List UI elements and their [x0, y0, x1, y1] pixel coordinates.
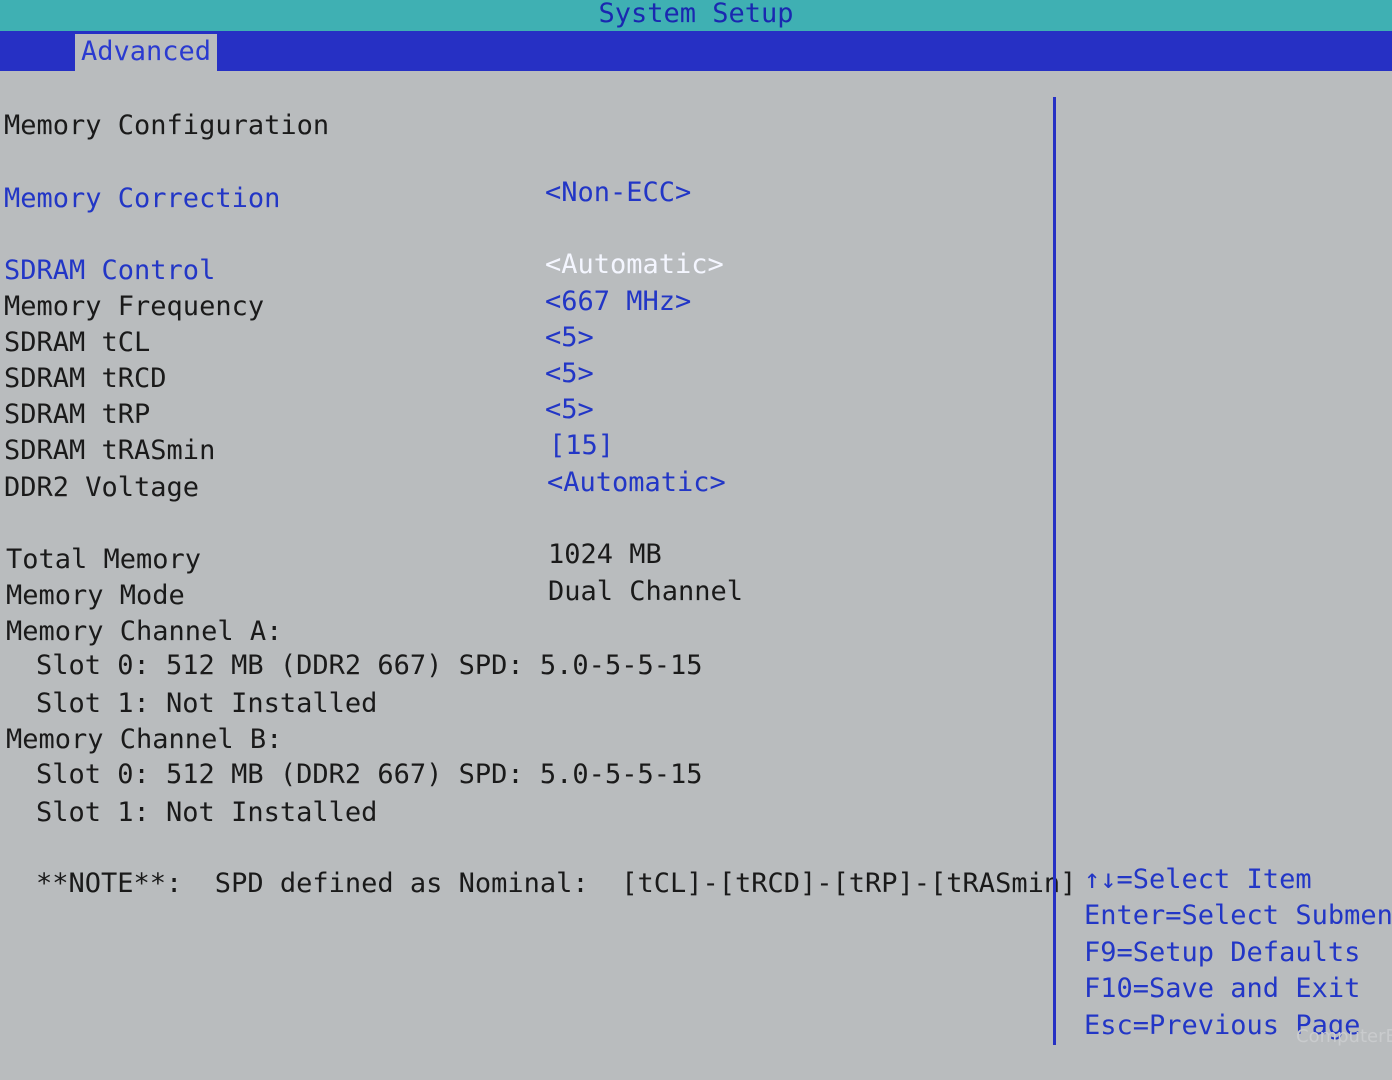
sdram-trasmin-label[interactable]: SDRAM tRASmin	[4, 435, 215, 467]
memory-mode-label: Memory Mode	[6, 580, 185, 611]
sdram-control-value[interactable]: <Automatic>	[545, 249, 724, 281]
watermark-logo: ComputerBase	[1296, 1026, 1392, 1047]
total-memory-value: 1024 MB	[548, 539, 662, 570]
memory-frequency-label[interactable]: Memory Frequency	[4, 291, 264, 323]
section-title: Memory Configuration	[4, 110, 330, 141]
channel-a-label: Memory Channel A:	[6, 616, 283, 647]
sdram-tcl-label[interactable]: SDRAM tCL	[4, 327, 150, 359]
channel-a-slot1: Slot 1: Not Installed	[36, 688, 378, 719]
tab-advanced[interactable]: Advanced	[75, 34, 217, 71]
sdram-trp-value[interactable]: <5>	[545, 394, 594, 426]
memory-frequency-value[interactable]: <667 MHz>	[545, 286, 691, 318]
sdram-control-label[interactable]: SDRAM Control	[4, 255, 215, 287]
sdram-trasmin-value[interactable]: [15]	[549, 430, 614, 462]
tab-bar: Advanced	[0, 31, 1392, 71]
memory-correction-label[interactable]: Memory Correction	[4, 183, 280, 215]
ddr2-voltage-value[interactable]: <Automatic>	[547, 467, 726, 499]
title-bar: System Setup	[0, 0, 1392, 31]
help-f10: F10=Save and Exit	[1084, 973, 1361, 1004]
panel-divider	[1053, 97, 1056, 1045]
total-memory-label: Total Memory	[6, 544, 202, 575]
help-f9: F9=Setup Defaults	[1084, 937, 1361, 968]
window-title: System Setup	[598, 0, 794, 29]
help-select-item: ↑↓=Select Item	[1084, 864, 1312, 895]
ddr2-voltage-label[interactable]: DDR2 Voltage	[4, 472, 199, 504]
memory-mode-value: Dual Channel	[548, 576, 744, 607]
sdram-trcd-label[interactable]: SDRAM tRCD	[4, 363, 167, 395]
sdram-trp-label[interactable]: SDRAM tRP	[4, 399, 150, 431]
channel-a-slot0: Slot 0: 512 MB (DDR2 667) SPD: 5.0-5-5-1…	[36, 650, 703, 681]
spd-note: **NOTE**: SPD defined as Nominal: [tCL]-…	[36, 868, 1077, 899]
channel-b-slot1: Slot 1: Not Installed	[36, 797, 378, 828]
channel-b-slot0: Slot 0: 512 MB (DDR2 667) SPD: 5.0-5-5-1…	[36, 759, 703, 790]
memory-correction-value[interactable]: <Non-ECC>	[545, 177, 691, 209]
sdram-tcl-value[interactable]: <5>	[545, 322, 594, 354]
help-enter: Enter=Select Submenu	[1084, 900, 1392, 931]
sdram-trcd-value[interactable]: <5>	[545, 358, 594, 390]
channel-b-label: Memory Channel B:	[6, 724, 283, 755]
